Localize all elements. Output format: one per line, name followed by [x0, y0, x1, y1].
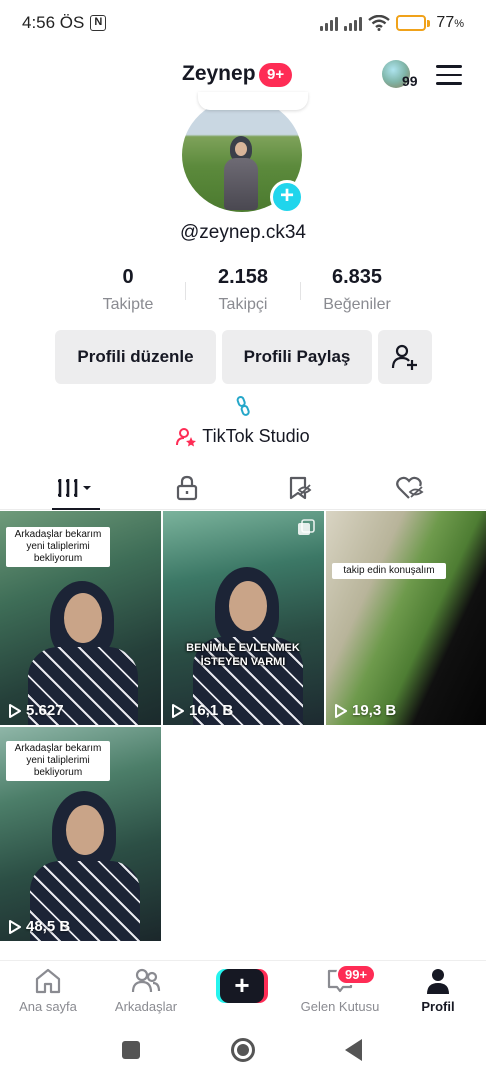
status-time: 4:56 ÖS: [22, 13, 85, 32]
tab-liked[interactable]: [350, 466, 470, 510]
home-icon: [35, 968, 61, 994]
profile-actions: Profili düzenle Profili Paylaş: [0, 330, 486, 384]
video-views: 19,3 B: [334, 702, 396, 719]
studio-label: TikTok Studio: [202, 426, 310, 446]
add-story-button[interactable]: +: [270, 180, 304, 214]
play-icon: [335, 703, 347, 718]
status-left: 4:56 ÖS N: [22, 13, 107, 33]
link-icon[interactable]: [233, 396, 253, 416]
add-friend-button[interactable]: [378, 330, 432, 384]
wifi-icon: [368, 15, 391, 31]
plus-icon: +: [220, 969, 264, 1003]
profile-icon: [427, 969, 449, 994]
signal-icon-2: [344, 15, 363, 31]
video-tile[interactable]: BENİMLE EVLENMEK İSTEYEN VARMI 16,1 B: [163, 511, 324, 725]
nav-label: Arkadaşlar: [114, 999, 178, 1014]
video-caption: Arkadaşlar bekarım yeni taliplerimi bekl…: [6, 527, 110, 567]
status-right: 77%: [320, 14, 464, 32]
video-caption: takip edin konuşalım: [332, 563, 446, 579]
stat-label: Beğeniler: [323, 296, 391, 313]
nav-friends[interactable]: Arkadaşlar: [98, 967, 194, 1014]
video-views: 16,1 B: [171, 702, 233, 719]
home-circle-icon[interactable]: [231, 1038, 255, 1062]
share-profile-button[interactable]: Profili Paylaş: [222, 330, 372, 384]
video-views: 48,5 B: [8, 918, 70, 935]
tab-private[interactable]: [127, 466, 247, 510]
nfc-icon: N: [90, 15, 107, 31]
edit-profile-button[interactable]: Profili düzenle: [55, 330, 216, 384]
stat-value: 0: [122, 266, 134, 288]
stat-following[interactable]: 0 Takipte: [68, 266, 188, 314]
bookmark-hidden-icon: [289, 476, 312, 500]
profile-handle[interactable]: @zeynep.ck34: [0, 222, 486, 244]
profile-tabs: [0, 466, 486, 510]
video-caption: Arkadaşlar bekarım yeni taliplerimi bekl…: [6, 741, 110, 781]
recents-icon[interactable]: [122, 1041, 140, 1059]
battery-icon: [396, 15, 431, 31]
nav-label: Profil: [421, 999, 455, 1014]
studio-icon: [176, 427, 197, 446]
video-views: 5.627: [8, 702, 64, 719]
stat-followers[interactable]: 2.158 Takipçi: [183, 266, 303, 314]
status-bar: 4:56 ÖS N 77%: [0, 0, 486, 46]
coins-button[interactable]: 99: [380, 60, 424, 92]
back-icon[interactable]: [345, 1039, 362, 1061]
signal-icon: [320, 15, 339, 31]
friends-icon: [131, 968, 161, 993]
heart-hidden-icon: [396, 476, 424, 499]
stat-label: Takipte: [102, 296, 154, 313]
play-icon: [172, 703, 184, 718]
video-tile[interactable]: takip edin konuşalım 19,3 B: [326, 511, 486, 725]
menu-icon[interactable]: [436, 65, 462, 87]
battery-percent: 77%: [436, 14, 464, 31]
nav-home[interactable]: Ana sayfa: [0, 967, 96, 1014]
multi-photo-icon: [298, 519, 315, 535]
nav-profile[interactable]: Profil: [390, 967, 486, 1014]
lock-icon: [176, 475, 198, 501]
system-nav: [0, 1020, 486, 1080]
tab-saved[interactable]: [239, 466, 359, 510]
profile-header: Zeynep 9+ 99: [0, 56, 486, 96]
notification-badge: 9+: [259, 63, 293, 87]
video-tile[interactable]: Arkadaşlar bekarım yeni taliplerimi bekl…: [0, 727, 161, 941]
coin-count: 99: [402, 73, 418, 89]
stat-likes[interactable]: 6.835 Beğeniler: [297, 266, 417, 314]
profile-title[interactable]: Zeynep: [182, 62, 256, 86]
stat-value: 2.158: [217, 266, 269, 288]
add-user-icon: [391, 344, 417, 370]
video-tile[interactable]: Arkadaşlar bekarım yeni taliplerimi bekl…: [0, 511, 161, 725]
stat-label: Takipçi: [218, 296, 268, 313]
nav-label: Gelen Kutusu: [300, 999, 380, 1014]
note-bubble[interactable]: [198, 92, 308, 110]
profile-stats: 0 Takipte 2.158 Takipçi 6.835 Beğeniler: [0, 266, 486, 316]
tab-videos[interactable]: [16, 466, 136, 510]
active-tab-indicator: [52, 508, 100, 510]
bottom-nav: Ana sayfa Arkadaşlar + Gelen Kutusu 99+ …: [0, 960, 486, 1020]
videos-grid-icon: [58, 479, 91, 497]
play-icon: [9, 703, 21, 718]
inbox-badge: 99+: [336, 964, 377, 985]
create-button[interactable]: +: [216, 969, 268, 1003]
video-overlay-text: BENİMLE EVLENMEK İSTEYEN VARMI: [186, 642, 300, 668]
nav-label: Ana sayfa: [19, 999, 77, 1014]
stat-value: 6.835: [331, 266, 383, 288]
tiktok-studio-link[interactable]: TikTok Studio: [0, 426, 486, 447]
play-icon: [9, 919, 21, 934]
